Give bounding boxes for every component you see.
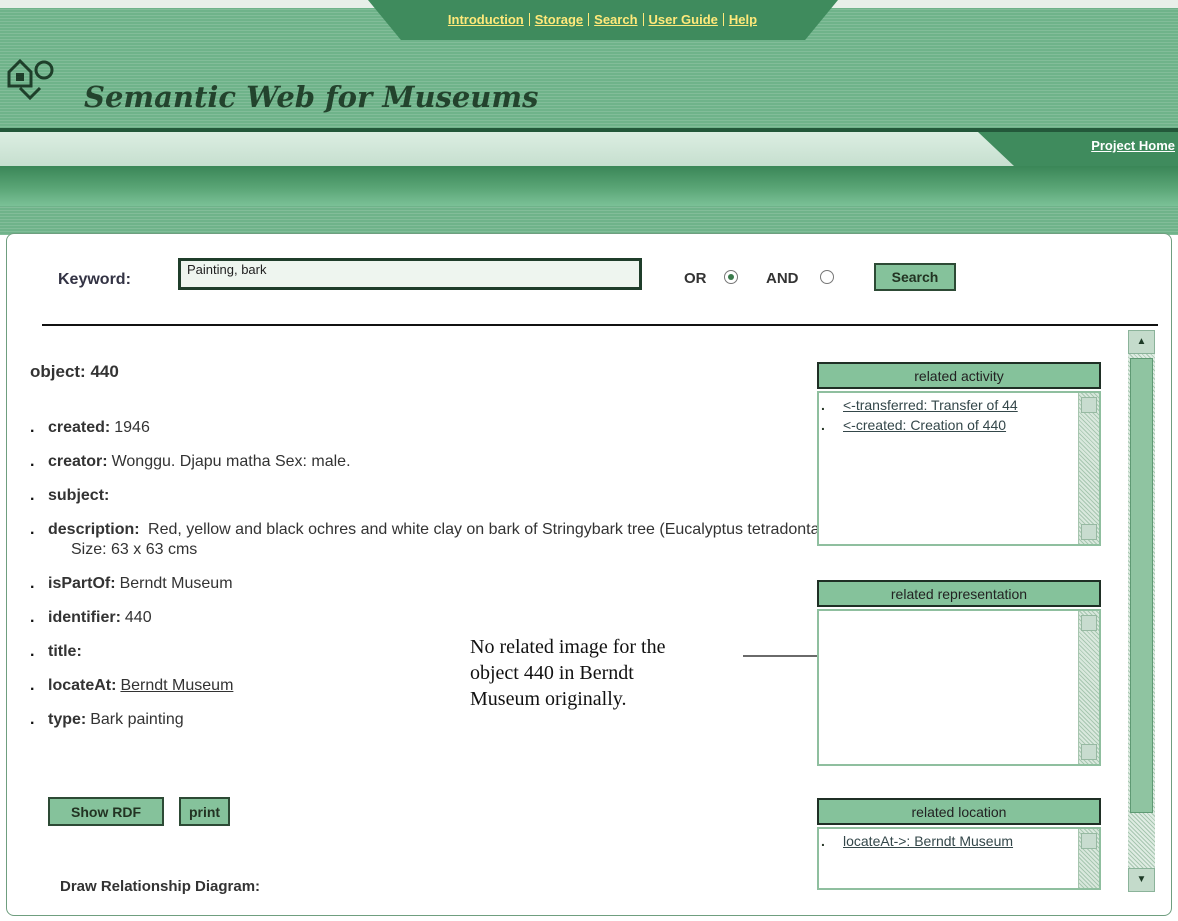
property-value: Red, yellow and black ochres and white c… [71, 521, 830, 558]
house-arrow-icon [7, 58, 54, 101]
bullet: . [30, 419, 35, 436]
nav-storage[interactable]: Storage [535, 12, 583, 27]
scroll-thumb[interactable] [1081, 397, 1097, 413]
annotation-line: No related image for the [470, 636, 666, 658]
property-value: Bark painting [90, 711, 184, 728]
bullet: . [30, 609, 35, 626]
related-activity-scrollbar[interactable] [1078, 393, 1099, 544]
object-details: object: 440 . created: 1946 . creator: Wongg… [30, 362, 830, 837]
property-key: locateAt: [48, 677, 117, 694]
related-representation-box [817, 609, 1101, 766]
bullet: . [30, 521, 35, 538]
related-location-scrollbar[interactable] [1078, 829, 1099, 888]
property-key: creator: [48, 453, 108, 470]
bullet: . [30, 677, 35, 694]
bullet: . [30, 453, 35, 470]
nav-separator [642, 13, 644, 26]
list-item: . <-created: Creation of 440 [819, 415, 1075, 435]
and-radio[interactable] [820, 270, 834, 284]
header-dark-band [0, 166, 1178, 206]
property-value: 1946 [114, 419, 150, 436]
main-nav: Introduction Storage Search User Guide Help [405, 12, 800, 32]
related-activity-link[interactable]: <-transferred: Transfer of 44 [843, 397, 1018, 413]
arrow-down-icon[interactable]: ▼ [1128, 868, 1155, 892]
search-bar: Keyword: OR AND Search [58, 256, 968, 304]
nav-user-guide[interactable]: User Guide [649, 12, 718, 27]
description-text: description: Red, yellow and black ochre… [48, 520, 830, 560]
property-identifier: . identifier: 440 [30, 608, 830, 628]
property-key: created: [48, 419, 111, 436]
bullet: . [821, 417, 825, 433]
property-key: identifier: [48, 609, 121, 626]
property-subject: . subject: [30, 486, 830, 506]
show-rdf-button[interactable]: Show RDF [48, 797, 164, 826]
list-item: . <-transferred: Transfer of 44 [819, 395, 1075, 415]
site-title: Semantic Web for Museums [84, 80, 539, 114]
scroll-thumb[interactable] [1081, 833, 1097, 849]
related-activity-link[interactable]: <-created: Creation of 440 [843, 417, 1006, 433]
bullet: . [30, 711, 35, 728]
property-value: Berndt Museum [119, 575, 233, 592]
property-value: 440 [124, 609, 152, 626]
main-scroll-thumb[interactable] [1130, 358, 1153, 813]
or-radio[interactable] [724, 270, 738, 284]
nav-separator [722, 13, 724, 26]
scroll-thumb[interactable] [1081, 744, 1097, 760]
property-description: . description: Red, yellow and black och… [30, 520, 830, 560]
property-value: Wonggu. Djapu matha Sex: male. [111, 453, 351, 470]
scroll-thumb[interactable] [1081, 615, 1097, 631]
bullet: . [30, 643, 35, 660]
site-header: Introduction Storage Search User Guide Help … [0, 0, 1178, 235]
keyword-label: Keyword: [58, 271, 131, 288]
bullet: . [30, 575, 35, 592]
annotation-text: No related image for the object 440 in B… [470, 634, 740, 734]
keyword-input[interactable] [178, 258, 642, 290]
search-button[interactable]: Search [874, 263, 956, 291]
property-created: . created: 1946 [30, 418, 830, 438]
nav-introduction[interactable]: Introduction [448, 12, 524, 27]
property-creator: . creator: Wonggu. Djapu matha Sex: male. [30, 452, 830, 472]
property-ispartof: . isPartOf: Berndt Museum [30, 574, 830, 594]
and-label: AND [766, 270, 799, 287]
list-item: . locateAt->: Berndt Museum [819, 831, 1075, 851]
locateat-link[interactable]: Berndt Museum [120, 677, 233, 694]
related-location-link[interactable]: locateAt->: Berndt Museum [843, 833, 1013, 849]
property-key: subject: [48, 487, 110, 504]
bullet: . [821, 833, 825, 849]
arrow-up-icon[interactable]: ▲ [1128, 330, 1155, 354]
property-key: isPartOf: [48, 575, 116, 592]
print-button[interactable]: print [179, 797, 230, 826]
related-activity-heading: related activity [817, 362, 1101, 389]
related-activity-box: . <-transferred: Transfer of 44 . <-create… [817, 391, 1101, 546]
property-key: title: [48, 643, 82, 660]
bullet: . [821, 397, 825, 413]
or-label: OR [684, 270, 707, 287]
related-location-box: . locateAt->: Berndt Museum [817, 827, 1101, 890]
draw-diagram-label: Draw Relationship Diagram: [60, 878, 261, 895]
scroll-thumb[interactable] [1081, 524, 1097, 540]
related-representation-scrollbar[interactable] [1078, 611, 1099, 764]
bullet: . [30, 487, 35, 504]
project-home-link[interactable]: Project Home [1040, 138, 1175, 156]
object-heading: object: 440 [30, 362, 119, 381]
related-representation-heading: related representation [817, 580, 1101, 607]
annotation-line: object 440 in Berndt [470, 662, 634, 684]
nav-help[interactable]: Help [729, 12, 757, 27]
related-location-list: . locateAt->: Berndt Museum [819, 831, 1075, 851]
property-key: description: [48, 521, 140, 538]
related-location-heading: related location [817, 798, 1101, 825]
nav-search[interactable]: Search [594, 12, 637, 27]
related-activity-list: . <-transferred: Transfer of 44 . <-create… [819, 395, 1075, 435]
annotation-line: Museum originally. [470, 688, 627, 710]
main-scrollbar[interactable]: ▲ ▼ [1128, 330, 1155, 892]
search-divider [42, 324, 1158, 326]
property-key: type: [48, 711, 87, 728]
nav-separator [528, 13, 530, 26]
nav-separator [588, 13, 590, 26]
